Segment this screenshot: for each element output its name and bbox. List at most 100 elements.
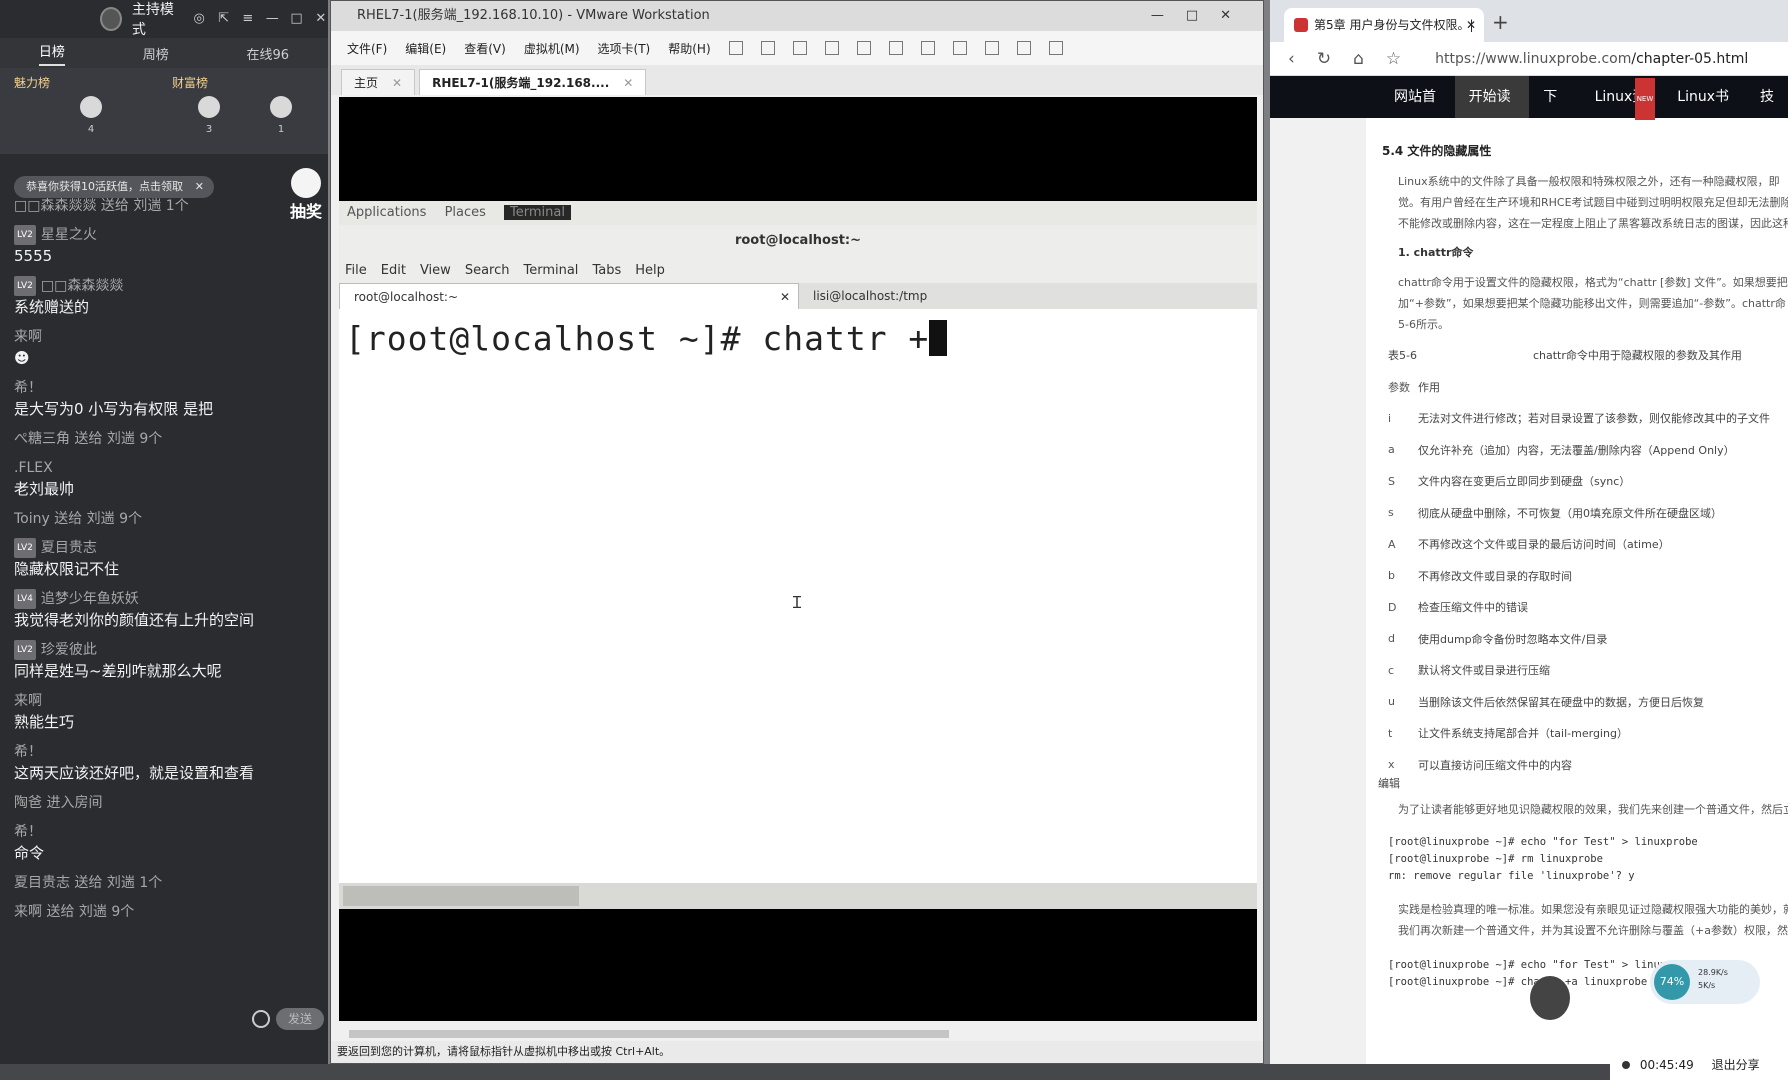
term-menu-help[interactable]: Help (635, 263, 665, 278)
nav-more[interactable]: 技 (1746, 76, 1788, 118)
edit-link[interactable]: 编辑 (1374, 775, 1788, 791)
rank-avatar[interactable] (198, 96, 220, 118)
back-icon[interactable]: ‹ (1288, 49, 1295, 69)
close-tab-icon[interactable]: ✕ (780, 284, 790, 310)
term-menu-tabs[interactable]: Tabs (592, 263, 621, 278)
tab-home[interactable]: 主页 ✕ (341, 69, 416, 95)
menu-file[interactable]: 文件(F) (347, 40, 387, 57)
chat-username[interactable]: LV4 追梦少年鱼妖妖 (14, 589, 320, 609)
rank-avatar[interactable] (270, 96, 292, 118)
chat-username[interactable]: 希！ (14, 822, 320, 842)
menu-view[interactable]: 查看(V) (464, 40, 506, 57)
bookmark-star-icon[interactable]: ☆ (1386, 49, 1401, 69)
nav-linux-books[interactable]: Linux书籍 (1663, 76, 1746, 147)
term-menu-edit[interactable]: Edit (381, 263, 406, 278)
chattr-desc-line: 5-6所示。 (1398, 318, 1449, 331)
menu-vm[interactable]: 虚拟机(M) (524, 40, 580, 57)
close-icon[interactable]: ✕ (314, 11, 328, 27)
chat-username[interactable]: 来啊 (14, 691, 320, 711)
table-row: t 让文件系统支持尾部合并（tail-merging） (1374, 718, 1788, 750)
tab-online[interactable]: 在线96 (247, 44, 290, 63)
address-bar[interactable]: https://www.linuxprobe.com/chapter-05.ht… (1435, 51, 1748, 67)
term-menu-view[interactable]: View (420, 263, 451, 278)
tab-home-label: 主页 (354, 76, 379, 90)
stretch-icon[interactable] (1048, 41, 1063, 55)
menu-edit[interactable]: 编辑(E) (405, 40, 446, 57)
lottery-button[interactable]: 抽奖 (288, 168, 324, 221)
menu-tabs[interactable]: 选项卡(T) (598, 40, 651, 57)
window-controls[interactable]: —□✕ (1151, 1, 1253, 31)
console-icon[interactable] (1016, 41, 1031, 55)
rank-avatar[interactable] (80, 96, 102, 118)
horizontal-scrollbar[interactable] (339, 1027, 1257, 1041)
chat-username[interactable]: LV2 □□森森燚燚 (14, 276, 320, 296)
close-tab-icon[interactable]: ✕ (392, 76, 402, 90)
chat-username[interactable]: ぺ糖三角 送给 刘遄 9个 (14, 429, 320, 449)
nav-start-reading[interactable]: 开始读书 (1454, 76, 1530, 147)
nav-home[interactable]: 网站首页 (1380, 76, 1455, 147)
rank-box: 魅力榜 财富榜 4 3 1 (0, 68, 328, 154)
chat-username[interactable]: □□森森燚燚 送给 刘遄 1个 (14, 196, 320, 216)
snapshot-icon[interactable] (792, 41, 807, 55)
library-icon[interactable] (888, 41, 903, 55)
revert-snapshot-icon[interactable] (824, 41, 839, 55)
exit-share-button[interactable]: 退出分享 (1712, 1058, 1760, 1072)
tab-weekly[interactable]: 周榜 (143, 44, 169, 63)
notice-close-icon[interactable]: ✕ (195, 176, 204, 198)
popout-icon[interactable]: ⇱ (216, 11, 230, 27)
emoji-icon[interactable] (252, 1010, 270, 1028)
reload-icon[interactable]: ↻ (1317, 49, 1331, 69)
home-icon[interactable]: ⌂ (1353, 49, 1364, 69)
minimize-icon[interactable]: — (265, 11, 279, 27)
gnome-applications-menu[interactable]: Applications (347, 205, 426, 220)
terminal-output[interactable]: [root@localhost ~]# chattr + (339, 309, 1257, 368)
chat-username[interactable]: 来啊 送给 刘遄 9个 (14, 902, 320, 922)
term-menu-file[interactable]: File (345, 263, 367, 278)
pause-icon[interactable] (728, 41, 743, 55)
terminal-tab-lisi[interactable]: lisi@localhost:/tmp (799, 283, 1257, 309)
thumbnail-icon[interactable] (920, 41, 935, 55)
chat-username[interactable]: 希！ (14, 742, 320, 762)
gnome-places-menu[interactable]: Places (445, 205, 486, 220)
chat-username[interactable]: .FLEX (14, 458, 320, 478)
chat-username[interactable]: 来啊 (14, 327, 320, 347)
fullscreen-icon[interactable] (952, 41, 967, 55)
chat-username[interactable]: LV2 星星之火 (14, 225, 320, 245)
tab-daily[interactable]: 日榜 (38, 41, 65, 66)
chat-username[interactable]: 希！ (14, 378, 320, 398)
gnome-terminal-button[interactable]: Terminal (504, 205, 571, 220)
close-tab-icon[interactable]: ✕ (623, 76, 633, 90)
maximize-icon[interactable]: □ (289, 11, 303, 27)
chat-username[interactable]: LV2 珍爱彼此 (14, 640, 320, 660)
menu-help[interactable]: 帮助(H) (668, 40, 710, 57)
nav-download[interactable]: 下载 (1529, 76, 1580, 147)
chat-username[interactable]: Toiny 送给 刘遄 9个 (14, 509, 320, 529)
new-tab-icon[interactable]: + (1492, 10, 1509, 34)
tab-vm[interactable]: RHEL7-1(服务端_192.168.... ✕ (419, 69, 647, 95)
terminal-tab-root[interactable]: root@localhost:~ ✕ (339, 283, 799, 309)
scrollbar-thumb[interactable] (349, 1030, 949, 1038)
term-menu-terminal[interactable]: Terminal (523, 263, 578, 278)
table-number: 表5-6 (1388, 349, 1417, 362)
chat-username[interactable]: LV2 夏目贵志 (14, 538, 320, 558)
send-ctrl-alt-del-icon[interactable] (760, 41, 775, 55)
paragraph: 我们再次新建一个普通文件，并为其设置不允许删除与覆盖（+a参数）权限，然后再 (1398, 923, 1788, 937)
close-tab-icon[interactable]: ✕ (1466, 8, 1476, 42)
vm-display[interactable]: Applications Places Terminal root@localh… (339, 97, 1257, 1021)
article-content: 5.4 文件的隐藏属性 Linux系统中的文件除了具备一般权限和特殊权限之外，还… (1374, 118, 1788, 1028)
send-button[interactable]: 发送 (276, 1008, 324, 1030)
network-speed-widget[interactable]: 74% 28.9K/s 5K/s (1650, 960, 1760, 1004)
nav-linux-news[interactable]: Linux资讯 NEW (1581, 76, 1664, 147)
menu-icon[interactable]: ≡ (241, 11, 255, 27)
unity-icon[interactable] (984, 41, 999, 55)
browser-tab[interactable]: 第5章 用户身份与文件权限。| ✕ (1284, 8, 1484, 42)
activity-notice[interactable]: 恭喜你获得10活跃值，点击领取 ✕ (14, 176, 214, 198)
browser-tabstrip: 第5章 用户身份与文件权限。| ✕ + (1270, 0, 1788, 42)
settings-icon[interactable]: ◎ (192, 11, 206, 27)
terminal-window[interactable]: root@localhost:~ File Edit View Search T… (339, 225, 1257, 883)
chat-username[interactable]: 夏目贵志 送给 刘遄 1个 (14, 873, 320, 893)
chat-username[interactable]: 陶爸 进入房间 (14, 793, 320, 813)
snapshot-manager-icon[interactable] (856, 41, 871, 55)
term-menu-search[interactable]: Search (465, 263, 510, 278)
guest-taskbar-item[interactable] (343, 886, 579, 906)
